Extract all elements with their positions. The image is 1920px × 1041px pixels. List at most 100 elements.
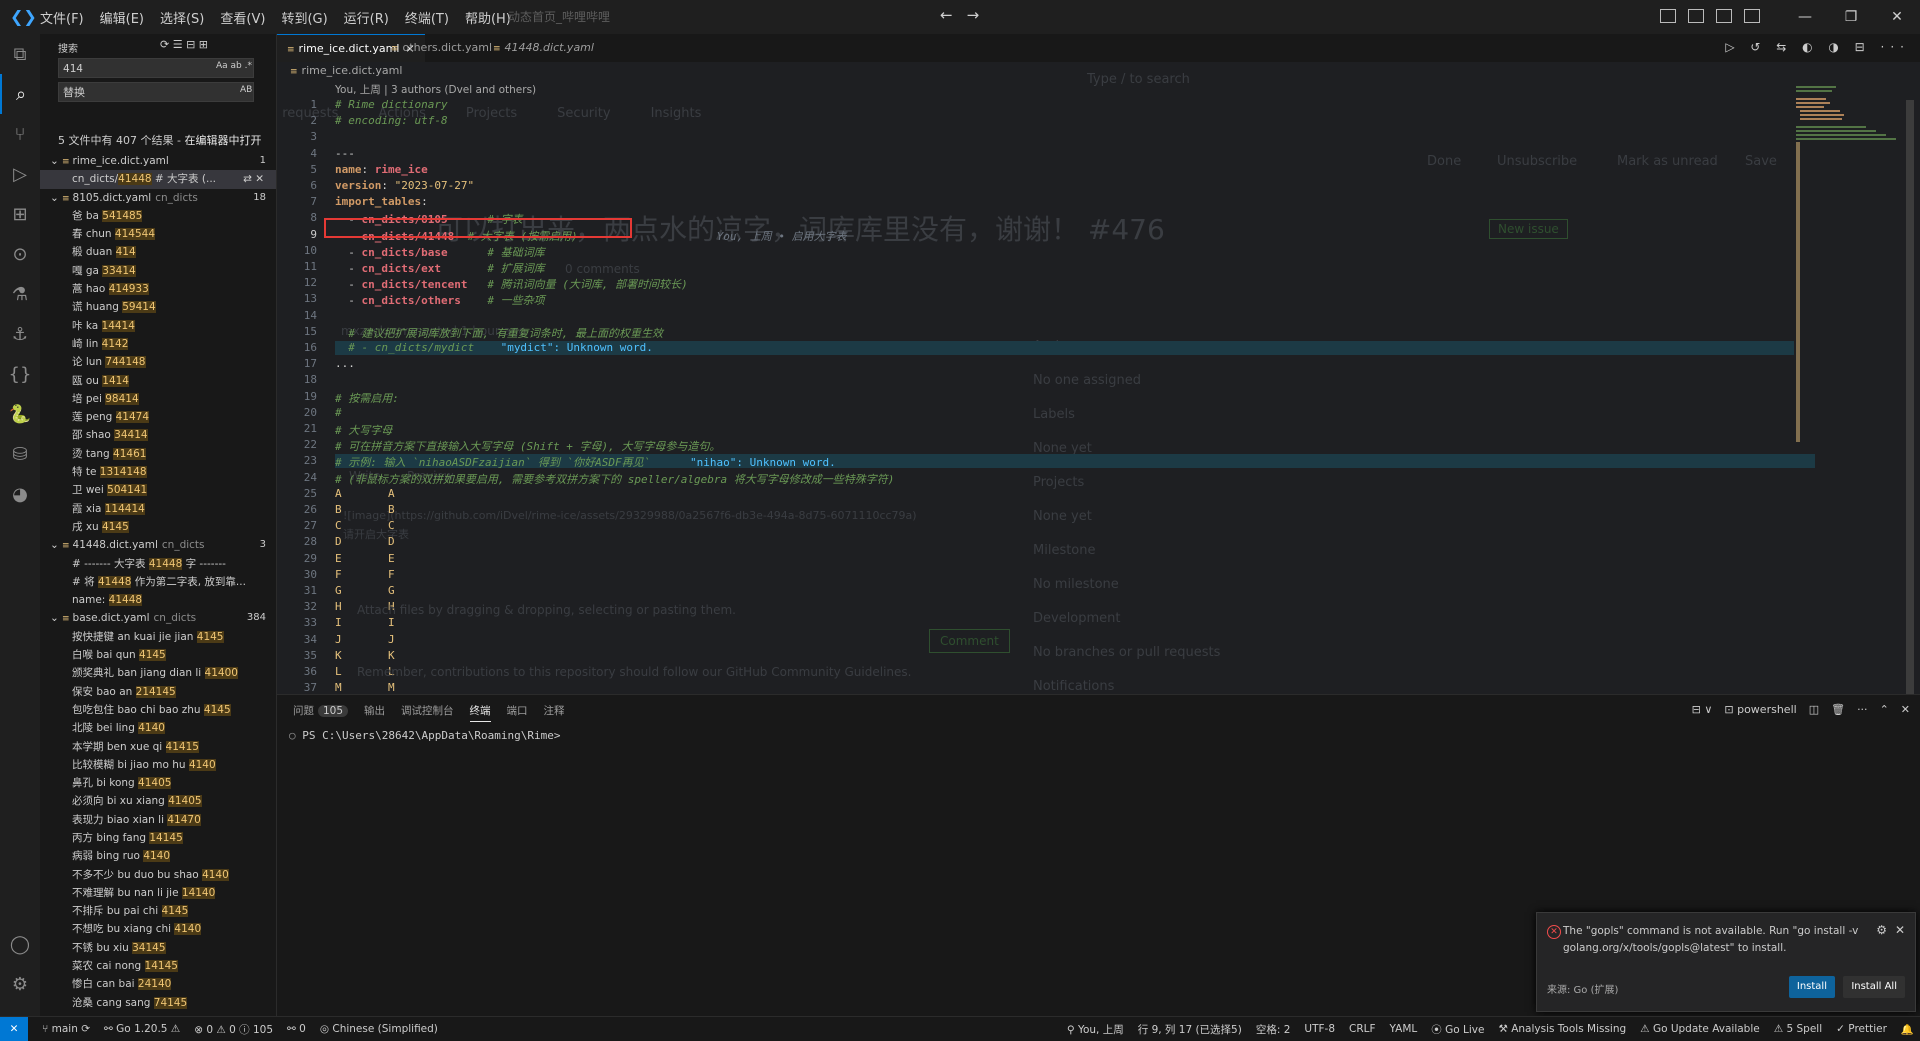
- code-line[interactable]: K K: [335, 649, 395, 662]
- install-button[interactable]: Install: [1788, 976, 1835, 998]
- open-in-editor-link[interactable]: 在编辑器中打开: [184, 134, 261, 147]
- match-case-icon[interactable]: Aa ab .*: [216, 61, 252, 71]
- code-line[interactable]: # 示例: 输入 `nihaoASDFzaijian` 得到 `你好ASDF再见…: [335, 454, 836, 470]
- panel-tab[interactable]: 端口: [507, 703, 528, 722]
- kill-terminal-icon[interactable]: 🗑: [1831, 703, 1845, 716]
- json-icon[interactable]: {}: [0, 354, 40, 394]
- replace-input[interactable]: 替换: [58, 82, 254, 102]
- panel-tab[interactable]: 调试控制台: [401, 703, 454, 722]
- minimize-icon[interactable]: —: [1782, 0, 1828, 34]
- search-match-row[interactable]: 北陵 bei ling 4140: [40, 719, 276, 737]
- code-line[interactable]: - cn_dicts/base # 基础词库: [335, 244, 544, 260]
- menu-item[interactable]: 选择(S): [160, 8, 204, 27]
- restore-icon[interactable]: ❐: [1828, 0, 1874, 34]
- menu-item[interactable]: 转到(G): [281, 8, 327, 27]
- search-match-row[interactable]: 特 te 1314148: [40, 463, 276, 481]
- menu-item[interactable]: 查看(V): [220, 8, 265, 27]
- code-line[interactable]: ---: [335, 147, 355, 160]
- toggle-panel-icon[interactable]: [1688, 9, 1704, 23]
- search-match-row[interactable]: 不想吃 bu xiang chi 4140: [40, 920, 276, 938]
- customize-layout-icon[interactable]: [1744, 9, 1760, 23]
- codelens-blame[interactable]: You, 上周 | 3 authors (Dvel and others): [335, 82, 536, 97]
- search-match-row[interactable]: 培 pei 98414: [40, 390, 276, 408]
- code-line[interactable]: # encoding: utf-8: [335, 114, 448, 127]
- search-file-row[interactable]: ⌄ ≡ rime_ice.dict.yaml 1: [40, 152, 276, 170]
- split-icon[interactable]: ⊟ ∨: [1692, 703, 1713, 716]
- search-match-row[interactable]: 戌 xu 4145: [40, 518, 276, 536]
- install-all-button[interactable]: Install All: [1843, 976, 1905, 998]
- code-line[interactable]: version: "2023-07-27": [335, 179, 474, 192]
- code-line[interactable]: - cn_dicts/tencent # 腾讯词向量 (大词库, 部署时间较长): [335, 276, 687, 292]
- terminal-shell[interactable]: ⊡ powershell: [1724, 703, 1796, 716]
- close-icon[interactable]: ✕: [1895, 923, 1905, 937]
- search-match-row[interactable]: 不多不少 bu duo bu shao 4140: [40, 866, 276, 884]
- search-match-row[interactable]: name: 41448: [40, 591, 276, 609]
- go-version[interactable]: ⚯ Go 1.20.5 ⚠: [104, 1023, 180, 1035]
- github-icon[interactable]: ◕: [0, 474, 40, 514]
- code-line[interactable]: import_tables:: [335, 195, 428, 208]
- panel-tab[interactable]: 终端: [469, 703, 491, 722]
- refresh-icon[interactable]: ⟳ ☰ ⊟ ⊞: [160, 38, 208, 51]
- ports-item[interactable]: ⚯ 0: [287, 1023, 306, 1035]
- code-line[interactable]: # 按需启用:: [335, 390, 399, 406]
- remote-icon[interactable]: ⊙: [0, 234, 40, 274]
- code-line[interactable]: C C: [335, 519, 395, 532]
- search-file-row[interactable]: ⌄ ≡ base.dict.yaml cn_dicts 384: [40, 609, 276, 627]
- back-arrow-icon[interactable]: ←: [940, 6, 953, 24]
- code-line[interactable]: ...: [335, 357, 355, 370]
- language-pack[interactable]: ◎ Chinese (Simplified): [320, 1023, 438, 1035]
- code-line[interactable]: - cn_dicts/others # 一些杂项: [335, 292, 544, 308]
- search-match-row[interactable]: 霞 xia 114414: [40, 500, 276, 518]
- replace-match-icon[interactable]: ⇄ ✕: [243, 170, 264, 188]
- run-debug-icon[interactable]: ▷: [0, 154, 40, 194]
- search-match-row[interactable]: # ------- 大字表 41448 字 -------: [40, 555, 276, 573]
- search-match-row[interactable]: 崎 lin 4142: [40, 335, 276, 353]
- close-window-icon[interactable]: ✕: [1874, 0, 1920, 34]
- search-match-row[interactable]: 保安 bao an 214145: [40, 683, 276, 701]
- chevron-down-icon[interactable]: ⌄: [50, 609, 62, 627]
- code-line[interactable]: # 建议把扩展词库放到下面, 有重复词条时, 最上面的权重生效: [335, 325, 663, 341]
- python-icon[interactable]: 🐍: [0, 394, 40, 434]
- search-match-row[interactable]: 沧桑 cang sang 74145: [40, 994, 276, 1012]
- search-match-row[interactable]: 蒿 hao 414933: [40, 280, 276, 298]
- prettier[interactable]: ✓ Prettier: [1836, 1023, 1887, 1035]
- branch-item[interactable]: ⑂ main ⟳: [42, 1023, 90, 1035]
- menu-item[interactable]: 帮助(H): [465, 8, 511, 27]
- search-match-row[interactable]: 论 lun 744148: [40, 353, 276, 371]
- search-match-row[interactable]: 椴 duan 414: [40, 243, 276, 261]
- search-file-row[interactable]: ⌄ ≡ 41448.dict.yaml cn_dicts 3: [40, 536, 276, 554]
- breadcrumb[interactable]: ≡ rime_ice.dict.yaml: [290, 64, 402, 77]
- search-match-row[interactable]: 鼻孔 bi kong 41405: [40, 774, 276, 792]
- minimap[interactable]: [1794, 82, 1904, 532]
- code-line[interactable]: F F: [335, 568, 395, 581]
- gear-icon[interactable]: ⚙: [1876, 923, 1887, 937]
- search-match-row[interactable]: 白喉 bai qun 4145: [40, 646, 276, 664]
- search-match-row[interactable]: 爸 ba 541485: [40, 207, 276, 225]
- extensions-icon[interactable]: ⊞: [0, 194, 40, 234]
- search-match-row[interactable]: 瓯 ou 1414: [40, 372, 276, 390]
- search-icon[interactable]: ⌕: [0, 74, 40, 114]
- split-terminal-icon[interactable]: ◫: [1809, 703, 1819, 716]
- toggle-sidebar-icon[interactable]: [1660, 9, 1676, 23]
- search-match-row[interactable]: 包吃包住 bao chi bao zhu 4145: [40, 701, 276, 719]
- menu-item[interactable]: 终端(T): [405, 8, 449, 27]
- code-line[interactable]: J J: [335, 633, 395, 646]
- maximize-panel-icon[interactable]: ⌃: [1880, 703, 1889, 716]
- panel-tab[interactable]: 注释: [544, 703, 565, 722]
- code-line[interactable]: A A: [335, 487, 395, 500]
- search-match-row[interactable]: 表现力 biao xian li 41470: [40, 811, 276, 829]
- docker-icon[interactable]: ⚓: [0, 314, 40, 354]
- remote-icon[interactable]: ✕: [0, 1017, 28, 1041]
- code-line[interactable]: D D: [335, 535, 395, 548]
- search-match-row[interactable]: 春 chun 414544: [40, 225, 276, 243]
- chevron-down-icon[interactable]: ⌄: [50, 189, 62, 207]
- more-icon[interactable]: ···: [1857, 703, 1868, 716]
- search-match-row[interactable]: 比较模糊 bi jiao mo hu 4140: [40, 756, 276, 774]
- search-match-row[interactable]: 菜农 cai nong 14145: [40, 957, 276, 975]
- menu-item[interactable]: 文件(F): [40, 8, 84, 27]
- code-line[interactable]: # Rime dictionary: [335, 98, 448, 111]
- settings-icon[interactable]: ⚙: [0, 964, 40, 1004]
- testing-icon[interactable]: ⚗: [0, 274, 40, 314]
- search-match-row[interactable]: 惨白 can bai 24140: [40, 975, 276, 993]
- code-line[interactable]: #: [335, 406, 342, 419]
